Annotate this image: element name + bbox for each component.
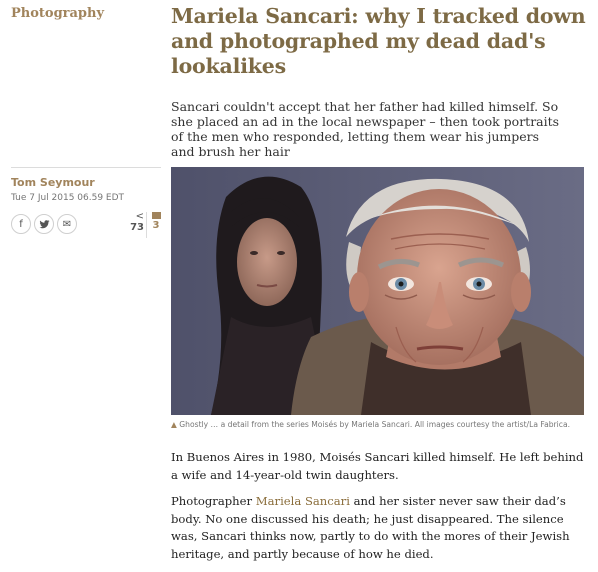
- photo-caption: ▲ Ghostly … a detail from the series Moi…: [171, 420, 584, 430]
- author-byline[interactable]: Tom Seymour: [11, 176, 95, 189]
- email-icon[interactable]: ✉: [57, 214, 77, 234]
- share-icon: <: [135, 211, 144, 222]
- publish-date: Tue 7 Jul 2015 06.59 EDT: [11, 193, 125, 203]
- article-standfirst: Sancari couldn't accept that her father …: [171, 99, 560, 159]
- twitter-icon[interactable]: [34, 214, 54, 234]
- share-comment-divider: [146, 212, 147, 238]
- comment-count[interactable]: 3: [149, 212, 163, 231]
- main-photo: [171, 167, 584, 415]
- share-count-value: 73: [130, 222, 144, 233]
- portrait-illustration: [171, 167, 584, 415]
- caption-text: Ghostly … a detail from the series Moisé…: [179, 420, 571, 429]
- section-label[interactable]: Photography: [11, 6, 104, 21]
- body-paragraph-2: Photographer Mariela Sancari and her sis…: [171, 493, 586, 563]
- facebook-icon[interactable]: f: [11, 214, 31, 234]
- mariela-sancari-link[interactable]: Mariela Sancari: [256, 494, 350, 508]
- comment-icon: [151, 212, 161, 219]
- twitter-bird-glyph: [39, 219, 49, 228]
- comment-count-value: 3: [152, 220, 160, 231]
- article-headline: Mariela Sancari: why I tracked down and …: [171, 4, 586, 78]
- meta-divider: [11, 167, 161, 168]
- article-body: In Buenos Aires in 1980, Moisés Sancari …: [171, 449, 586, 572]
- share-count: < 73: [124, 211, 144, 234]
- paragraph-2-lead: Photographer: [171, 494, 256, 508]
- share-buttons: f ✉: [11, 214, 77, 234]
- caption-triangle-icon: ▲: [171, 420, 177, 429]
- body-paragraph-1: In Buenos Aires in 1980, Moisés Sancari …: [171, 450, 584, 482]
